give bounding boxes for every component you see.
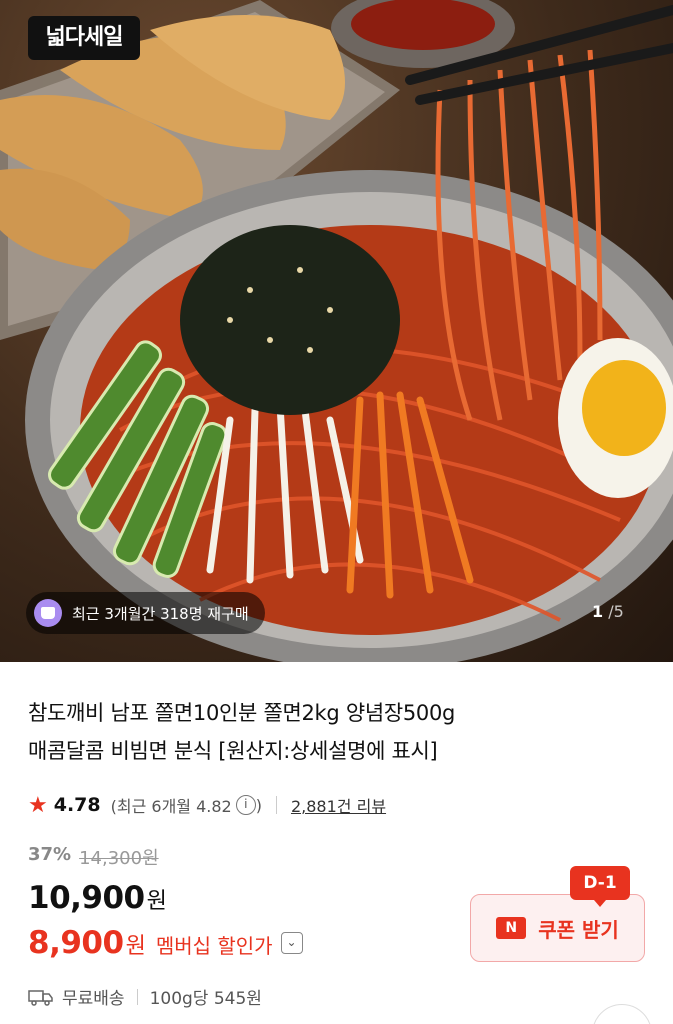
rebuy-text: 최근 3개월간 318명 재구매 <box>72 604 249 623</box>
product-title-line2: 매콤달콤 비빔면 분식 [원산지:상세설명에 표시] <box>28 739 438 763</box>
product-title: 참도깨비 남포 쫄면10인분 쫄면2kg 양념장500g 매콤달콤 비빔면 분식… <box>28 694 648 770</box>
rebuy-badge: 최근 3개월간 318명 재구매 <box>26 592 265 634</box>
info-icon[interactable]: i <box>235 795 256 815</box>
divider <box>275 796 277 814</box>
floating-button[interactable] <box>592 1004 652 1024</box>
image-total: /5 <box>608 602 624 621</box>
coupon-button[interactable]: N 쿠폰 받기 <box>470 894 645 962</box>
discount-row: 37% 14,300원 <box>28 844 159 870</box>
discount-percent: 37% <box>28 844 72 865</box>
rating-row: ★ 4.78 (최근 6개월 4.82 i ) 2,881건 리뷰 <box>28 790 386 820</box>
chevron-down-icon[interactable]: ⌄ <box>280 932 303 954</box>
brand-logo: 넓다세일 <box>28 16 140 60</box>
dday-badge: D-1 <box>570 866 630 907</box>
truck-icon <box>28 989 53 1006</box>
recent-rating-close: ) <box>255 795 262 815</box>
shopping-bag-icon <box>34 599 62 627</box>
divider <box>136 988 138 1005</box>
recent-rating: (최근 6개월 4.82 <box>110 797 232 816</box>
sale-price-amount: 10,900 <box>28 880 145 916</box>
naver-icon: N <box>496 917 527 939</box>
image-counter: 1 /5 <box>592 602 624 621</box>
reviews-link[interactable]: 2,881건 리뷰 <box>291 793 386 817</box>
member-price-label: 멤버십 할인가 <box>155 934 273 958</box>
product-image[interactable]: 넓다세일 최근 3개월간 318명 재구매 1 /5 <box>0 0 673 662</box>
unit-price: 100g당 545원 <box>149 989 262 1009</box>
member-price-unit: 원 <box>125 934 146 959</box>
member-price-amount: 8,900 <box>28 925 124 961</box>
original-price: 14,300원 <box>79 848 159 869</box>
sale-price-unit: 원 <box>146 889 167 914</box>
product-title-line1: 참도깨비 남포 쫄면10인분 쫄면2kg 양념장500g <box>28 701 456 725</box>
member-price[interactable]: 8,900 원 멤버십 할인가 ⌄ <box>28 925 303 961</box>
coupon-label: 쿠폰 받기 <box>538 917 619 942</box>
food-illustration <box>0 0 673 662</box>
free-shipping: 무료배송 <box>62 989 125 1009</box>
shipping-row: 무료배송 100g당 545원 <box>28 984 262 1009</box>
image-index: 1 <box>592 602 604 621</box>
star-icon: ★ <box>28 792 48 818</box>
rating-score: 4.78 <box>53 794 101 816</box>
sale-price: 10,900원 <box>28 880 167 916</box>
